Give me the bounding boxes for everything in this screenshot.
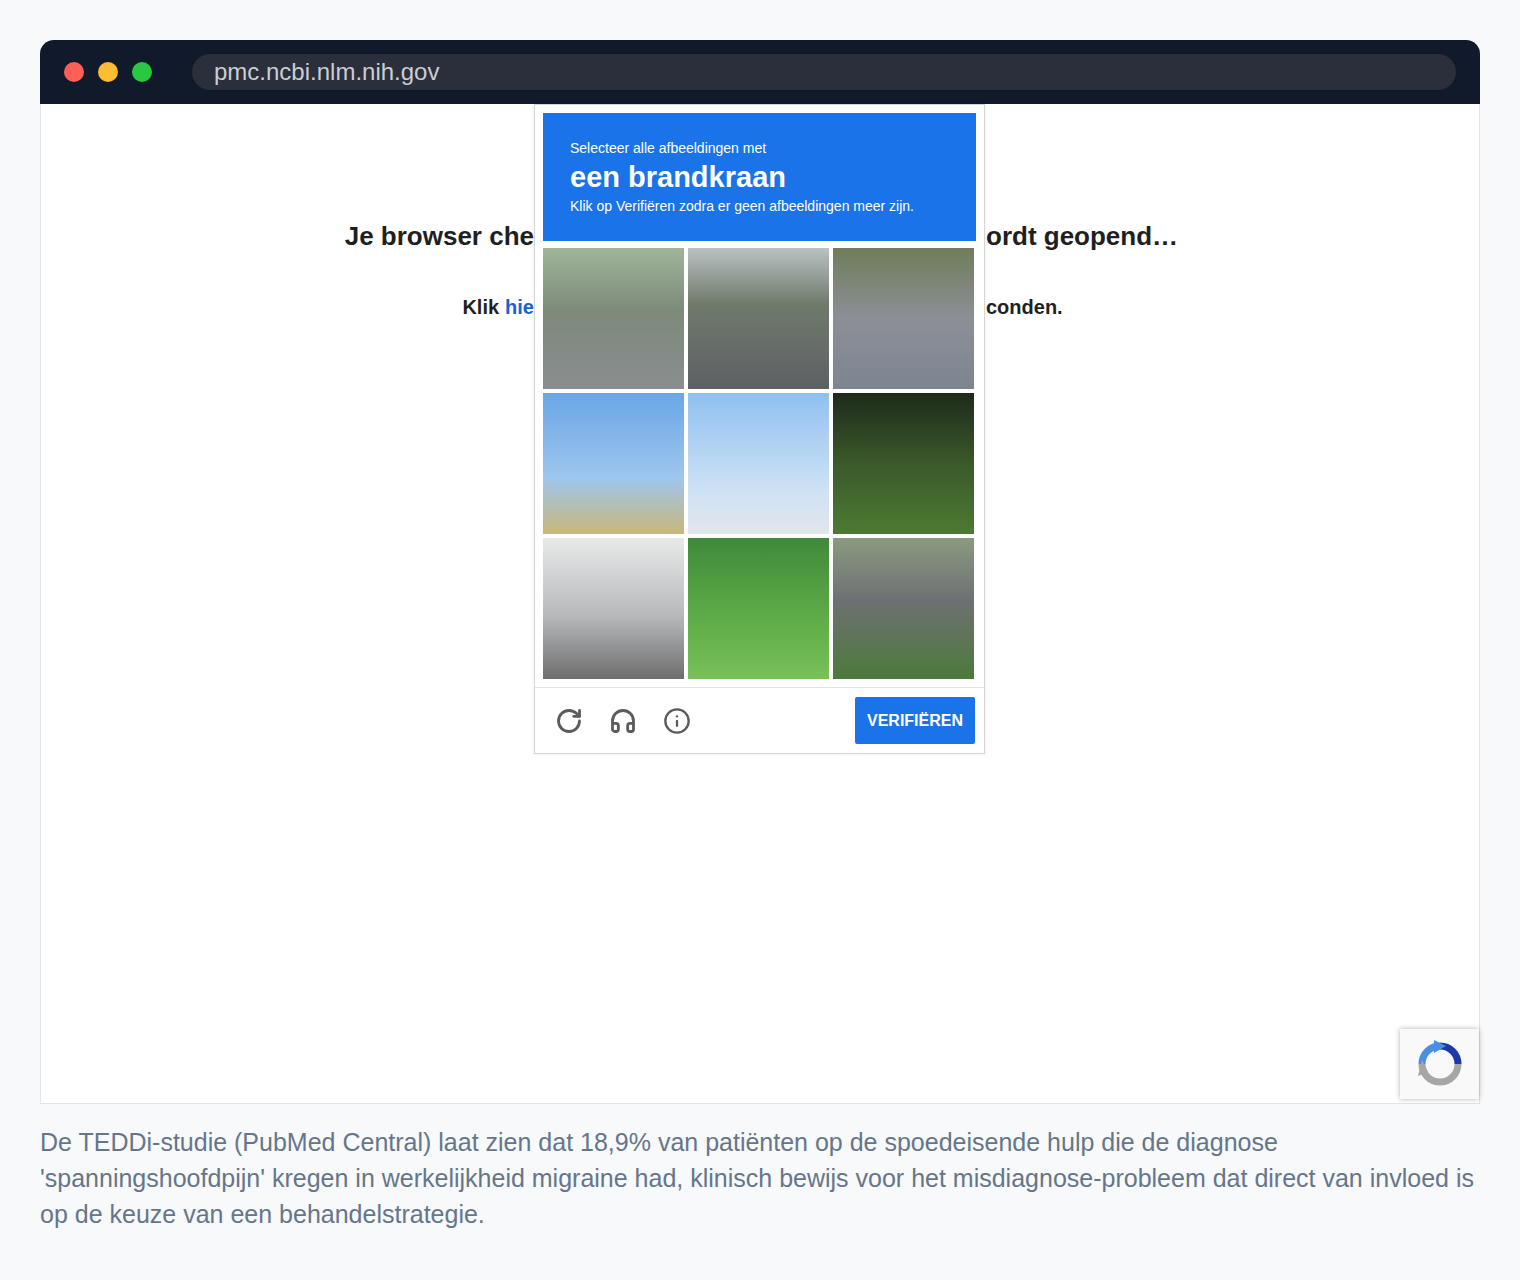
captcha-tile[interactable] (543, 393, 684, 534)
captcha-tile[interactable] (688, 393, 829, 534)
browser-toolbar: pmc.ncbi.nlm.nih.gov (40, 40, 1480, 104)
recaptcha-badge[interactable] (1400, 1029, 1479, 1099)
heading-right: ordt geopend… (986, 218, 1178, 254)
captcha-dialog: Selecteer alle afbeeldingen met een brand… (534, 104, 985, 754)
captcha-tile[interactable] (833, 538, 974, 679)
captcha-tile[interactable] (688, 538, 829, 679)
page-content: Je browser che ordt geopend… Klikhie conden… (40, 104, 1480, 1104)
captcha-tile[interactable] (543, 538, 684, 679)
captcha-prompt: Selecteer alle afbeeldingen met (570, 139, 966, 157)
heading-left: Je browser che (345, 218, 534, 254)
redirect-right: conden. (986, 293, 1063, 321)
captcha-tile[interactable] (688, 248, 829, 389)
maximize-dot[interactable] (132, 62, 152, 82)
captcha-tile[interactable] (833, 393, 974, 534)
audio-button[interactable] (609, 707, 637, 735)
figure-caption: De TEDDi-studie (PubMed Central) laat zi… (40, 1124, 1480, 1232)
captcha-header: Selecteer alle afbeeldingen met een brand… (543, 113, 976, 241)
captcha-footer: VERIFIËREN (535, 687, 984, 753)
url-bar[interactable]: pmc.ncbi.nlm.nih.gov (192, 54, 1456, 90)
captcha-tile[interactable] (833, 248, 974, 389)
headphones-icon[interactable] (609, 707, 637, 735)
redirect-left: Klikhie (462, 293, 534, 321)
reload-icon[interactable] (555, 707, 583, 735)
recaptcha-logo-icon[interactable] (1416, 1040, 1464, 1088)
reload-button[interactable] (555, 707, 583, 735)
verify-button[interactable]: VERIFIËREN (855, 697, 975, 744)
page: pmc.ncbi.nlm.nih.gov Je browser che ordt g… (0, 0, 1520, 1280)
captcha-grid (543, 248, 976, 679)
minimize-dot[interactable] (98, 62, 118, 82)
info-button[interactable] (663, 707, 691, 735)
captcha-instruction: Klik op Verifiëren zodra er geen afbeeld… (570, 197, 966, 215)
captcha-tile[interactable] (543, 248, 684, 389)
close-dot[interactable] (64, 62, 84, 82)
redirect-link[interactable]: hie (505, 296, 534, 318)
captcha-target: een brandkraan (570, 160, 966, 194)
info-icon[interactable] (663, 707, 691, 735)
browser-window: pmc.ncbi.nlm.nih.gov Je browser che ordt g… (40, 40, 1480, 1104)
